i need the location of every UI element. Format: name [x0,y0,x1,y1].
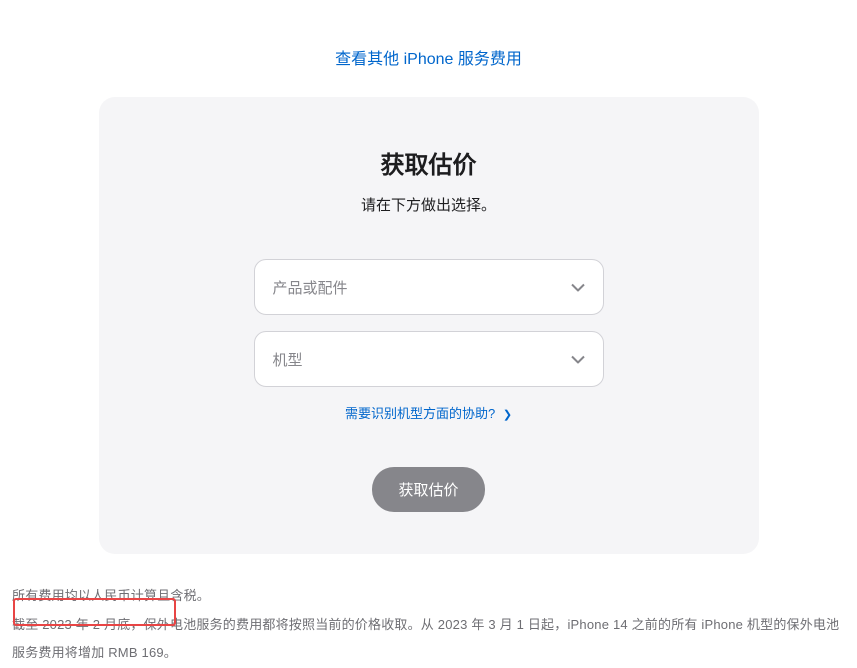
chevron-right-icon: ❯ [503,409,512,421]
footer-line2: 截至 2023 年 2 月底，保外电池服务的费用都将按照当前的价格收取。从 20… [12,611,845,668]
chevron-down-icon [571,279,585,296]
model-select-wrapper: 机型 [254,331,604,387]
footer-line1: 所有费用均以人民币计算且含税。 [12,582,845,611]
footer-notes: 所有费用均以人民币计算且含税。 截至 2023 年 2 月底，保外电池服务的费用… [10,582,847,668]
chevron-down-icon [571,351,585,368]
card-subtitle: 请在下方做出选择。 [139,194,719,215]
model-help-row: 需要识别机型方面的协助? ❯ [139,403,719,423]
card-title: 获取估价 [139,145,719,180]
estimate-card: 获取估价 请在下方做出选择。 产品或配件 机型 需要识别机型方面的协助? ❯ [99,97,759,554]
get-estimate-button[interactable]: 获取估价 [372,467,484,512]
product-select[interactable]: 产品或配件 [254,259,604,315]
model-select-placeholder: 机型 [273,349,303,370]
model-help-text: 需要识别机型方面的协助? [345,406,495,421]
model-help-link[interactable]: 需要识别机型方面的协助? ❯ [345,406,512,421]
product-select-wrapper: 产品或配件 [254,259,604,315]
product-select-placeholder: 产品或配件 [273,277,348,298]
other-service-fees-link[interactable]: 查看其他 iPhone 服务费用 [335,51,522,68]
model-select[interactable]: 机型 [254,331,604,387]
top-link-row: 查看其他 iPhone 服务费用 [10,0,847,97]
